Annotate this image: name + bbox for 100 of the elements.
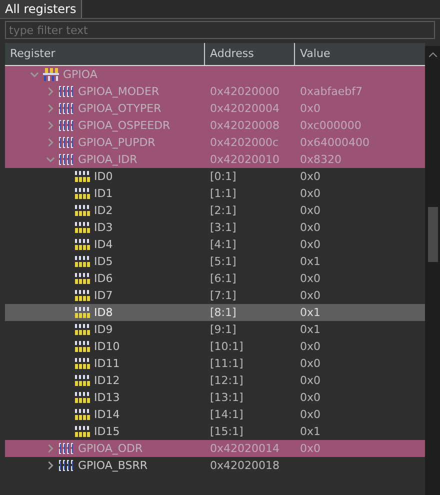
value-text: 0x1: [299, 255, 322, 268]
field-icon: [75, 290, 90, 301]
value-text: 0x0: [299, 408, 322, 421]
register-icon: [59, 103, 74, 114]
chevron-down-icon[interactable]: [30, 70, 39, 79]
value-text: 0x0: [299, 442, 322, 455]
field-icon: [75, 324, 90, 335]
tree-row[interactable]: ID4 [4:1] 0x0: [5, 236, 425, 253]
value-text: 0x0: [299, 289, 322, 302]
field-icon: [75, 392, 90, 403]
value-text: 0x0: [299, 340, 322, 353]
tab[interactable]: All registers: [0, 0, 82, 18]
address-text: [15:1]: [209, 425, 244, 438]
register-icon: [59, 86, 74, 97]
tree-row[interactable]: ID1 [1:1] 0x0: [5, 185, 425, 202]
value-text: 0x0: [299, 238, 322, 251]
field-icon: [75, 188, 90, 199]
tree-row[interactable]: ID0 [0:1] 0x0: [5, 168, 425, 185]
tree-row[interactable]: ID11 [11:1] 0x0: [5, 355, 425, 372]
address-text: [11:1]: [209, 357, 244, 370]
address-text: [4:1]: [209, 238, 238, 251]
value-text: 0x0: [299, 221, 322, 234]
tree-row[interactable]: ID8 [8:1] 0x1: [5, 304, 425, 321]
field-icon: [75, 341, 90, 352]
column-header[interactable]: Register: [5, 43, 205, 65]
address-text: 0x42020018: [209, 459, 280, 472]
value-text: 0x64000400: [299, 136, 370, 149]
register-name: GPIOA_MODER: [78, 85, 160, 98]
field-icon: [75, 171, 90, 182]
address-text: 0x42020004: [209, 102, 280, 115]
field-icon: [75, 239, 90, 250]
address-text: [8:1]: [209, 306, 238, 319]
field-icon: [75, 256, 90, 267]
value-text: 0x1: [299, 306, 322, 319]
register-name: ID12: [94, 374, 120, 387]
tree-row[interactable]: ID13 [13:1] 0x0: [5, 389, 425, 406]
tree-row[interactable]: ID2 [2:1] 0x0: [5, 202, 425, 219]
scrollbar-thumb[interactable]: [428, 207, 438, 262]
register-name: ID7: [94, 289, 113, 302]
field-icon: [75, 205, 90, 216]
register-name: GPIOA_ODR: [78, 442, 143, 455]
register-name: ID15: [94, 425, 120, 438]
register-name: ID8: [94, 306, 113, 319]
field-icon: [75, 409, 90, 420]
address-text: [9:1]: [209, 323, 238, 336]
value-text: 0x1: [299, 323, 322, 336]
tree-row[interactable]: GPIOA_BSRR 0x42020018: [5, 457, 425, 474]
value-text: 0x0: [299, 187, 322, 200]
value-text: 0x0: [299, 170, 322, 183]
filter-field[interactable]: type filter text: [5, 21, 435, 39]
field-icon: [75, 222, 90, 233]
tree-row[interactable]: ID9 [9:1] 0x1: [5, 321, 425, 338]
address-text: [3:1]: [209, 221, 238, 234]
address-text: [12:1]: [209, 374, 244, 387]
register-name: ID11: [94, 357, 120, 370]
register-name: ID4: [94, 238, 113, 251]
tree-row[interactable]: ID6 [6:1] 0x0: [5, 270, 425, 287]
address-text: 0x42020010: [209, 153, 280, 166]
tree-row[interactable]: ID10 [10:1] 0x0: [5, 338, 425, 355]
address-text: 0x42020008: [209, 119, 280, 132]
field-icon: [75, 358, 90, 369]
chevron-down-icon[interactable]: [46, 155, 55, 164]
value-text: 0x0: [299, 204, 322, 217]
tree-row[interactable]: ID3 [3:1] 0x0: [5, 219, 425, 236]
register-icon: [59, 443, 74, 454]
register-name: GPIOA_OTYPER: [78, 102, 162, 115]
tree-row[interactable]: ID14 [14:1] 0x0: [5, 406, 425, 423]
tree-row[interactable]: ID12 [12:1] 0x0: [5, 372, 425, 389]
register-name: ID2: [94, 204, 113, 217]
field-icon: [75, 426, 90, 437]
register-name: GPIOA_OSPEEDR: [78, 119, 170, 132]
column-header[interactable]: Value: [295, 43, 425, 65]
scrollbar[interactable]: [425, 46, 440, 495]
register-name: GPIOA: [63, 68, 98, 81]
register-name: GPIOA_BSRR: [78, 459, 148, 472]
address-text: [2:1]: [209, 204, 238, 217]
address-text: [6:1]: [209, 272, 238, 285]
register-name: ID9: [94, 323, 113, 336]
tree-row[interactable]: ID7 [7:1] 0x0: [5, 287, 425, 304]
column-header[interactable]: Address: [205, 43, 295, 65]
tree-row[interactable]: ID5 [5:1] 0x1: [5, 253, 425, 270]
field-icon: [75, 375, 90, 386]
register-name: GPIOA_IDR: [78, 153, 138, 166]
value-text: 0x0: [299, 102, 322, 115]
address-text: [1:1]: [209, 187, 238, 200]
value-text: 0x0: [299, 272, 322, 285]
register-name: ID6: [94, 272, 113, 285]
chevron-right-icon[interactable]: [46, 461, 55, 470]
register-name: ID5: [94, 255, 113, 268]
register-icon: [59, 137, 74, 148]
address-text: [5:1]: [209, 255, 238, 268]
register-name: ID1: [94, 187, 113, 200]
address-text: [7:1]: [209, 289, 238, 302]
field-icon: [75, 273, 90, 284]
tree-row[interactable]: ID15 [15:1] 0x1: [5, 423, 425, 440]
register-icon: [59, 460, 74, 471]
value-text: 0x0: [299, 357, 322, 370]
register-name: ID0: [94, 170, 113, 183]
scroll-up-icon[interactable]: [428, 52, 436, 57]
register-name: ID3: [94, 221, 113, 234]
